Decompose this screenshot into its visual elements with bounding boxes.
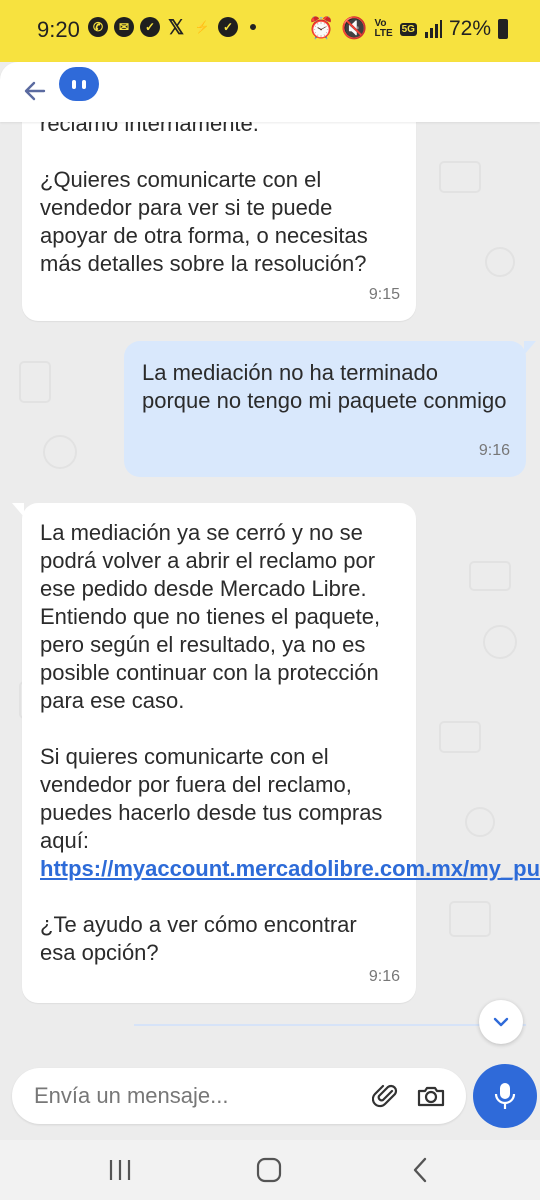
message-input[interactable]: Envía un mensaje... <box>12 1068 466 1124</box>
assistant-avatar-icon <box>59 67 99 101</box>
message-time: 9:16 <box>478 442 510 459</box>
mute-icon: 🔇 <box>341 17 368 40</box>
system-icons: ⏰ 🔇 Vo LTE 5G 72% <box>308 17 508 41</box>
composer: Envía un mensaje... <box>0 1060 540 1140</box>
navigation-bar <box>0 1140 540 1200</box>
notification-icons: ✆ ✉ ✓ 𝕏 ⚡ ✓ <box>88 16 256 39</box>
message-time: 9:15 <box>368 286 400 303</box>
chat-header <box>0 62 540 122</box>
status-bar: 9:20 ✆ ✉ ✓ 𝕏 ⚡ ✓ ⏰ 🔇 Vo LTE 5G 72% <box>0 0 540 62</box>
user-message: La mediación no ha terminado porque no t… <box>124 341 536 477</box>
battery-icon <box>498 19 508 39</box>
message-text: ¿Te ayudo a ver cómo encontrar esa opció… <box>40 912 357 965</box>
chevron-down-icon <box>493 1017 509 1027</box>
purchases-link[interactable]: https://myaccount.mercadolibre.com.mx/my… <box>40 856 540 881</box>
recent-apps-icon[interactable] <box>107 1158 133 1182</box>
chat-messages[interactable]: reclamo internamente. ¿Quieres comunicar… <box>0 122 540 1060</box>
whatsapp-icon: ✆ <box>88 17 108 37</box>
microphone-icon <box>494 1083 516 1109</box>
agent-message-2: La mediación ya se cerró y no se podrá v… <box>12 503 540 1003</box>
message-text-part: Si quieres comunicarte con el vendedor p… <box>40 744 383 853</box>
network-icon: 5G <box>399 22 417 36</box>
camera-icon[interactable] <box>416 1082 446 1110</box>
message-input-placeholder: Envía un mensaje... <box>34 1083 229 1108</box>
messenger-icon: ✉ <box>114 17 134 37</box>
message-text: La mediación ya se cerró y no se podrá v… <box>40 520 381 713</box>
volte-icon: Vo LTE <box>374 18 393 39</box>
message-text: Si quieres comunicarte con el vendedor p… <box>40 743 540 883</box>
message-time: 9:16 <box>368 968 400 985</box>
message-text: reclamo internamente. <box>40 122 259 136</box>
attachment-icon[interactable] <box>372 1082 400 1110</box>
voice-message-button[interactable] <box>473 1064 537 1128</box>
status-time: 9:20 <box>37 17 80 42</box>
home-icon[interactable] <box>256 1157 282 1183</box>
x-icon: 𝕏 <box>167 16 185 39</box>
scroll-to-bottom-button[interactable] <box>479 1000 523 1044</box>
app-icon: ✓ <box>140 17 160 37</box>
signal-icon <box>424 20 442 38</box>
battery-percent: 72% <box>448 17 491 40</box>
next-message-edge <box>134 1024 526 1026</box>
message-text: La mediación no ha terminado porque no t… <box>142 360 507 413</box>
app2-icon: ✓ <box>218 17 238 37</box>
bubble-tail <box>12 503 24 517</box>
more-notifications-icon <box>250 24 256 30</box>
agent-message-1: reclamo internamente. ¿Quieres comunicar… <box>22 122 416 321</box>
bubble-tail <box>524 341 536 355</box>
back-arrow-icon[interactable] <box>20 76 50 106</box>
message-text: ¿Quieres comunicarte con el vendedor par… <box>40 167 368 276</box>
signal-app-icon: ⚡ <box>194 20 210 34</box>
alarm-icon: ⏰ <box>308 17 335 40</box>
back-icon[interactable] <box>410 1156 430 1184</box>
